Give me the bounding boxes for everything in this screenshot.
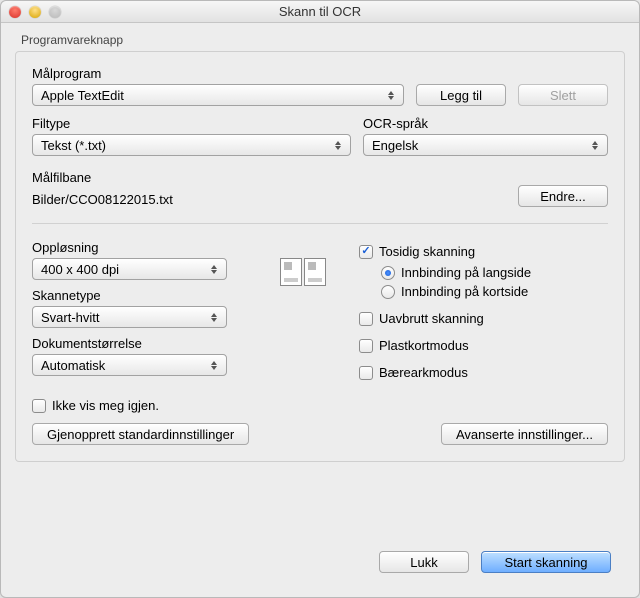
scan-type-select[interactable]: Svart-hvitt — [32, 306, 227, 328]
page-back-icon — [304, 258, 326, 286]
duplex-preview-icon — [277, 258, 329, 286]
ocr-lang-value: Engelsk — [372, 138, 418, 153]
right-controls: Tosidig skanning Innbinding på langside … — [359, 244, 608, 380]
content: Programvareknapp Målprogram Apple TextEd… — [1, 23, 639, 597]
chevron-updown-icon — [206, 307, 222, 327]
page-front-icon — [280, 258, 302, 286]
radio-icon — [381, 266, 395, 280]
checkbox-icon — [359, 245, 373, 259]
long-side-radio[interactable]: Innbinding på langside — [381, 265, 608, 280]
doc-size-select[interactable]: Automatisk — [32, 354, 227, 376]
carrier-sheet-checkbox[interactable]: Bærearkmodus — [359, 365, 608, 380]
left-controls: Oppløsning 400 x 400 dpi Skannetype Svar… — [32, 240, 227, 376]
duplex-label: Tosidig skanning — [379, 244, 475, 259]
window-title: Skann til OCR — [1, 4, 639, 19]
checkbox-icon — [359, 312, 373, 326]
file-type-select[interactable]: Tekst (*.txt) — [32, 134, 351, 156]
doc-size-label: Dokumentstørrelse — [32, 336, 227, 351]
long-side-label: Innbinding på langside — [401, 265, 531, 280]
short-side-radio[interactable]: Innbinding på kortside — [381, 284, 608, 299]
duplex-checkbox[interactable]: Tosidig skanning — [359, 244, 608, 259]
advanced-settings-button[interactable]: Avanserte innstillinger... — [441, 423, 608, 445]
file-path-value: Bilder/CCO08122015.txt — [32, 192, 518, 207]
target-app-value: Apple TextEdit — [41, 88, 124, 103]
resolution-select[interactable]: 400 x 400 dpi — [32, 258, 227, 280]
checkbox-icon — [32, 399, 46, 413]
target-app-select[interactable]: Apple TextEdit — [32, 84, 404, 106]
chevron-updown-icon — [206, 259, 222, 279]
restore-defaults-button[interactable]: Gjenopprett standardinnstillinger — [32, 423, 249, 445]
continuous-checkbox[interactable]: Uavbrutt skanning — [359, 311, 608, 326]
scan-type-value: Svart-hvitt — [41, 310, 100, 325]
add-button[interactable]: Legg til — [416, 84, 506, 106]
short-side-label: Innbinding på kortside — [401, 284, 528, 299]
checkbox-icon — [359, 339, 373, 353]
continuous-label: Uavbrutt skanning — [379, 311, 484, 326]
dont-show-checkbox[interactable]: Ikke vis meg igjen. — [32, 398, 608, 413]
carrier-sheet-label: Bærearkmodus — [379, 365, 468, 380]
target-app-label: Målprogram — [32, 66, 404, 81]
plastic-card-checkbox[interactable]: Plastkortmodus — [359, 338, 608, 353]
chevron-updown-icon — [383, 85, 399, 105]
chevron-updown-icon — [206, 355, 222, 375]
footer: Lukk Start skanning — [15, 545, 625, 585]
file-type-value: Tekst (*.txt) — [41, 138, 106, 153]
file-path-label: Målfilbane — [32, 170, 518, 185]
checkbox-icon — [359, 366, 373, 380]
scan-type-label: Skannetype — [32, 288, 227, 303]
delete-button: Slett — [518, 84, 608, 106]
ocr-lang-select[interactable]: Engelsk — [363, 134, 608, 156]
section-divider — [32, 223, 608, 224]
titlebar: Skann til OCR — [1, 1, 639, 23]
group-title: Programvareknapp — [21, 33, 625, 47]
window: Skann til OCR Programvareknapp Målprogra… — [0, 0, 640, 598]
file-type-label: Filtype — [32, 116, 351, 131]
radio-icon — [381, 285, 395, 299]
doc-size-value: Automatisk — [41, 358, 105, 373]
chevron-updown-icon — [330, 135, 346, 155]
ocr-lang-label: OCR-språk — [363, 116, 608, 131]
start-scan-button[interactable]: Start skanning — [481, 551, 611, 573]
change-path-button[interactable]: Endre... — [518, 185, 608, 207]
close-button[interactable]: Lukk — [379, 551, 469, 573]
chevron-updown-icon — [587, 135, 603, 155]
resolution-value: 400 x 400 dpi — [41, 262, 119, 277]
dont-show-label: Ikke vis meg igjen. — [52, 398, 159, 413]
plastic-card-label: Plastkortmodus — [379, 338, 469, 353]
resolution-label: Oppløsning — [32, 240, 227, 255]
settings-frame: Målprogram Apple TextEdit Legg til Slett… — [15, 51, 625, 462]
